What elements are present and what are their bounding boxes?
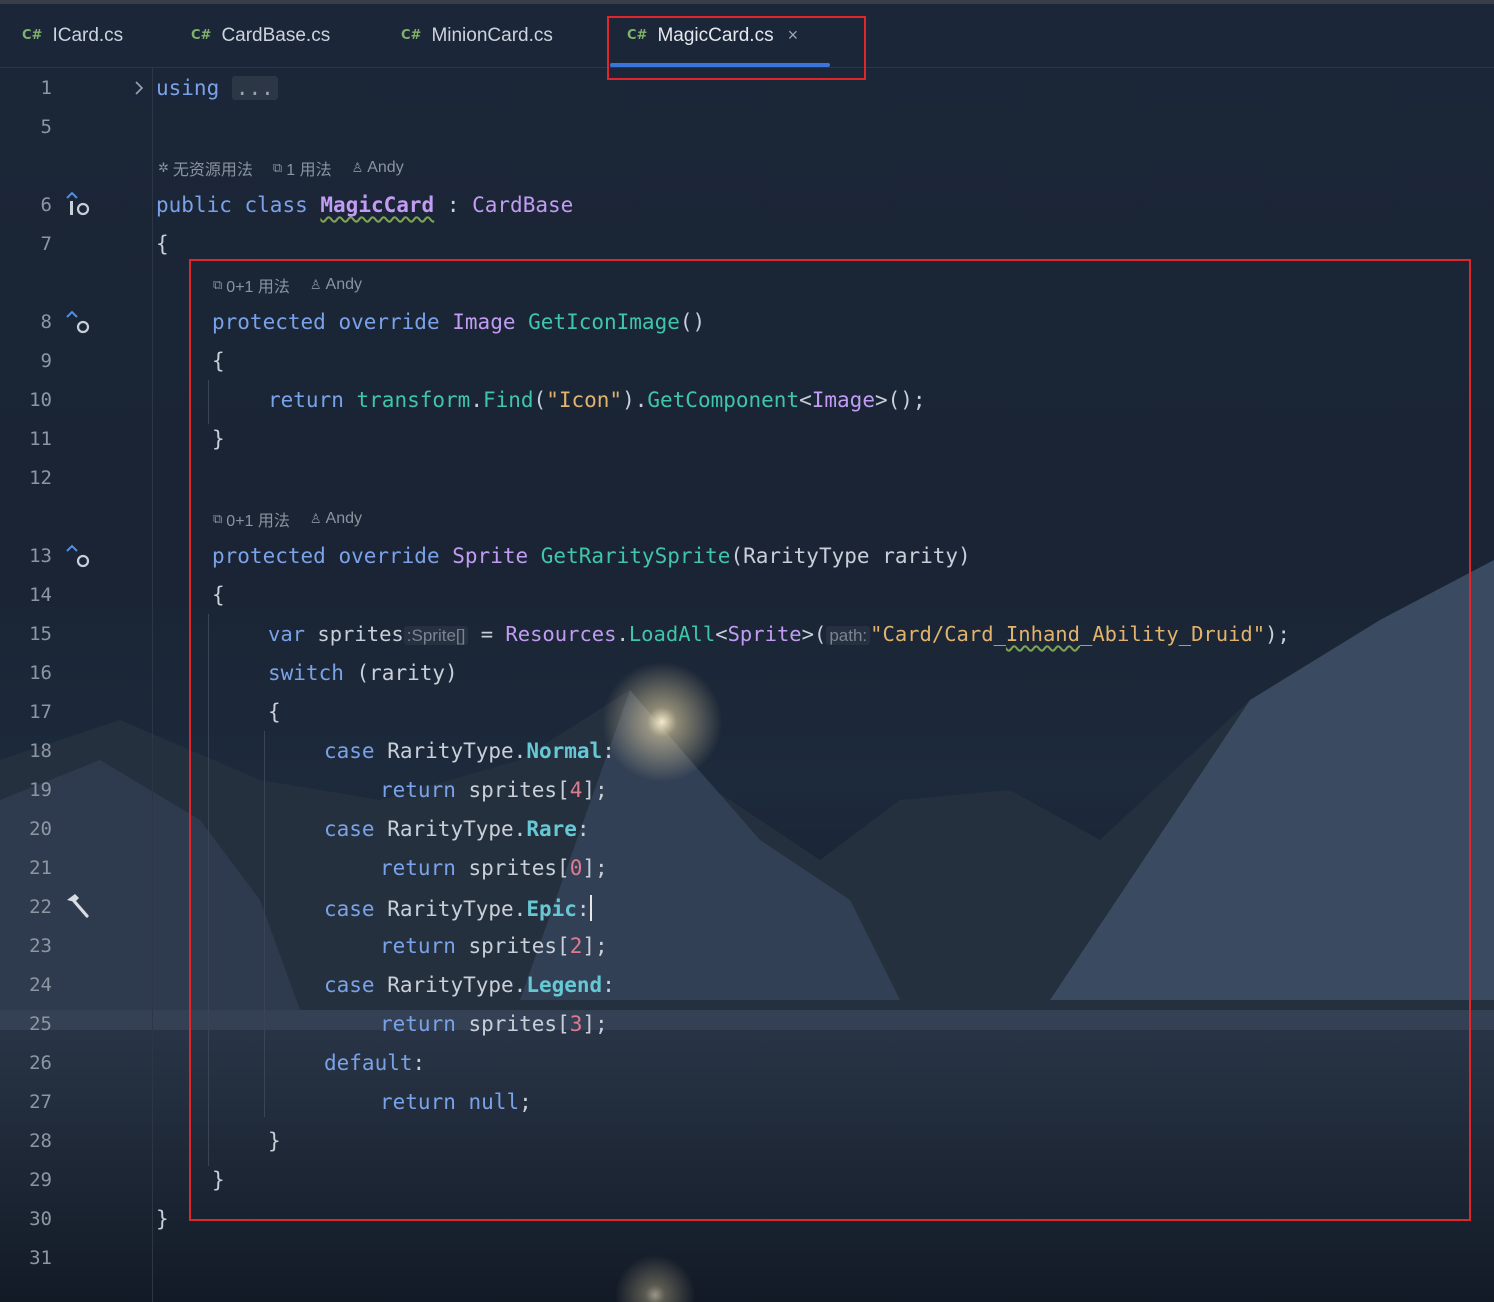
line-number: 28 bbox=[29, 1130, 52, 1152]
line-number: 5 bbox=[40, 116, 52, 138]
line-number: 24 bbox=[29, 974, 52, 996]
csharp-file-icon: C# bbox=[191, 28, 212, 43]
tab-minioncard[interactable]: C# MinionCard.cs bbox=[401, 4, 553, 67]
method-codevision-hint[interactable]: ⧉ 0+1 用法 ♙ Andy bbox=[213, 273, 362, 297]
keyword: using bbox=[156, 76, 220, 100]
csharp-file-icon: C# bbox=[22, 28, 43, 43]
code-line-1[interactable]: using ... bbox=[156, 76, 278, 100]
author-icon: ♙ bbox=[309, 511, 322, 526]
method-codevision-hint[interactable]: ⧉ 0+1 用法 ♙ Andy bbox=[213, 507, 362, 531]
line-number: 30 bbox=[29, 1208, 52, 1230]
active-tab-indicator bbox=[610, 63, 830, 67]
line-number: 23 bbox=[29, 935, 52, 957]
code-line-15[interactable]: var sprites:Sprite[] = Resources.LoadAll… bbox=[268, 622, 1290, 648]
line-number: 10 bbox=[29, 389, 52, 411]
code-line-13[interactable]: protected override Sprite GetRaritySprit… bbox=[212, 544, 971, 568]
line-number: 17 bbox=[29, 701, 52, 723]
code-line-20[interactable]: case RarityType.Rare: bbox=[324, 817, 590, 841]
line-number: 11 bbox=[29, 428, 52, 450]
line-number: 7 bbox=[40, 233, 52, 255]
unity-asset-icon: ✲ bbox=[158, 160, 169, 175]
overrides-method-icon[interactable] bbox=[62, 541, 92, 571]
code-line-11[interactable]: } bbox=[212, 427, 225, 451]
tab-label: MagicCard.cs bbox=[657, 24, 774, 46]
code-line-14[interactable]: { bbox=[212, 583, 225, 607]
code-line-18[interactable]: case RarityType.Normal: bbox=[324, 739, 615, 763]
csharp-file-icon: C# bbox=[401, 28, 422, 43]
line-number: 31 bbox=[29, 1247, 52, 1269]
line-number: 19 bbox=[29, 779, 52, 801]
line-number: 1 bbox=[40, 77, 52, 99]
editor-tab-bar: C# ICard.cs C# CardBase.cs C# MinionCard… bbox=[0, 4, 1494, 68]
line-number: 12 bbox=[29, 467, 52, 489]
folded-region[interactable]: ... bbox=[231, 76, 278, 100]
line-number: 26 bbox=[29, 1052, 52, 1074]
tab-magiccard[interactable]: C# MagicCard.cs × bbox=[627, 4, 798, 67]
class-name: MagicCard bbox=[320, 193, 435, 217]
usages-icon: ⧉ bbox=[272, 160, 283, 175]
line-number: 13 bbox=[29, 545, 52, 567]
code-line-22[interactable]: case RarityType.Epic: bbox=[324, 895, 592, 921]
line-number: 22 bbox=[29, 896, 52, 918]
code-line-30[interactable]: } bbox=[156, 1207, 169, 1231]
code-line-24[interactable]: case RarityType.Legend: bbox=[324, 973, 615, 997]
code-line-17[interactable]: { bbox=[268, 700, 281, 724]
code-line-7[interactable]: { bbox=[156, 232, 169, 256]
code-line-8[interactable]: protected override Image GetIconImage() bbox=[212, 310, 705, 334]
code-line-10[interactable]: return transform.Find("Icon").GetCompone… bbox=[268, 388, 926, 412]
line-number: 6 bbox=[40, 194, 52, 216]
csharp-file-icon: C# bbox=[627, 28, 648, 43]
line-number: 16 bbox=[29, 662, 52, 684]
code-line-19[interactable]: return sprites[4]; bbox=[380, 778, 608, 802]
tab-label: MinionCard.cs bbox=[431, 24, 553, 46]
gutter-divider bbox=[152, 67, 153, 1302]
tab-icard[interactable]: C# ICard.cs bbox=[22, 4, 123, 67]
tab-cardbase[interactable]: C# CardBase.cs bbox=[191, 4, 330, 67]
line-number: 15 bbox=[29, 623, 52, 645]
usages-icon: ⧉ bbox=[213, 511, 223, 526]
close-tab-icon[interactable]: × bbox=[788, 25, 799, 46]
hammer-icon[interactable] bbox=[63, 892, 91, 920]
indent-guide bbox=[208, 614, 209, 1166]
line-number: 20 bbox=[29, 818, 52, 840]
code-line-28[interactable]: } bbox=[268, 1129, 281, 1153]
code-line-29[interactable]: } bbox=[212, 1168, 225, 1192]
code-line-25[interactable]: return sprites[3]; bbox=[380, 1012, 608, 1036]
indent-guide bbox=[208, 380, 209, 424]
code-line-27[interactable]: return null; bbox=[380, 1090, 532, 1114]
code-line-21[interactable]: return sprites[0]; bbox=[380, 856, 608, 880]
line-number: 27 bbox=[29, 1091, 52, 1113]
line-number: 8 bbox=[40, 311, 52, 333]
line-number: 21 bbox=[29, 857, 52, 879]
text-caret bbox=[589, 895, 592, 921]
class-codevision-hint[interactable]: ✲ 无资源用法 ⧉ 1 用法 ♙ Andy bbox=[158, 156, 404, 180]
author-icon: ♙ bbox=[309, 277, 322, 292]
tab-label: ICard.cs bbox=[52, 24, 124, 46]
implements-interface-icon[interactable] bbox=[62, 190, 92, 220]
fold-expand-icon[interactable] bbox=[132, 78, 146, 98]
line-number: 14 bbox=[29, 584, 52, 606]
line-number: 29 bbox=[29, 1169, 52, 1191]
inlay-parameter-hint: path: bbox=[826, 626, 871, 645]
indent-guide bbox=[264, 731, 265, 1117]
line-number: 25 bbox=[29, 1013, 52, 1035]
inlay-type-hint: :Sprite[] bbox=[403, 626, 469, 645]
code-line-26[interactable]: default: bbox=[324, 1051, 425, 1075]
line-number: 9 bbox=[40, 350, 52, 372]
code-line-16[interactable]: switch (rarity) bbox=[268, 661, 458, 685]
overrides-method-icon[interactable] bbox=[62, 307, 92, 337]
usages-icon: ⧉ bbox=[213, 277, 223, 292]
code-line-23[interactable]: return sprites[2]; bbox=[380, 934, 608, 958]
code-line-6[interactable]: public class MagicCard : CardBase bbox=[156, 193, 573, 217]
line-number: 18 bbox=[29, 740, 52, 762]
code-line-9[interactable]: { bbox=[212, 349, 225, 373]
tab-label: CardBase.cs bbox=[221, 24, 331, 46]
author-icon: ♙ bbox=[351, 160, 364, 175]
